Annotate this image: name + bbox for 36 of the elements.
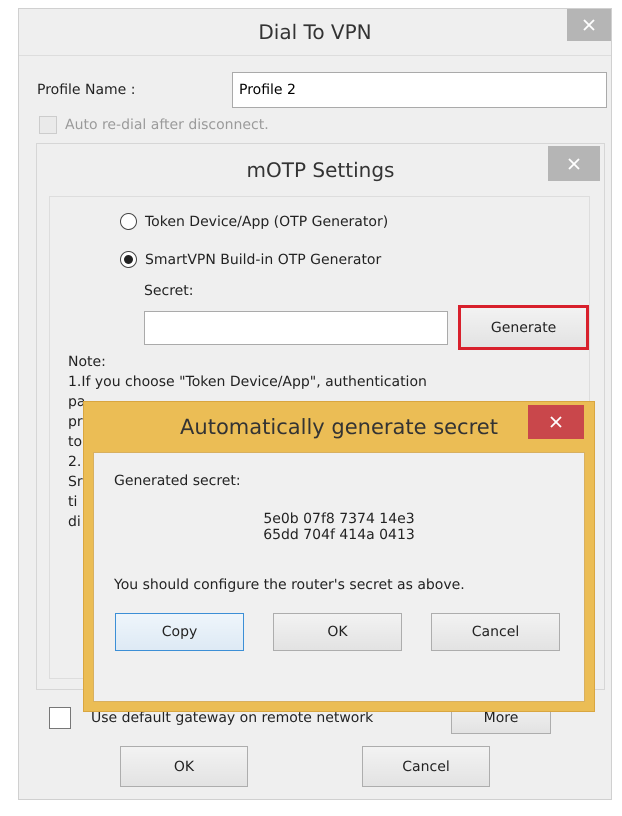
secret-field[interactable] — [144, 310, 448, 344]
note-text: Sr — [68, 473, 83, 492]
close-icon — [567, 156, 581, 170]
note-text: pr — [68, 413, 83, 432]
close-icon — [549, 415, 563, 429]
note-heading: Note: — [68, 353, 106, 372]
profile-name-field[interactable]: Profile 2 — [232, 72, 607, 108]
note-text: 1.If you choose "Token Device/App", authentication — [68, 373, 427, 392]
ok-button[interactable]: OK — [273, 613, 402, 651]
note-text: to — [68, 433, 82, 452]
checkbox-label: Use default gateway on remote network — [91, 710, 374, 726]
radio-button[interactable] — [120, 251, 137, 268]
generate-button[interactable]: Generate — [458, 305, 589, 350]
note-text: 2. — [68, 453, 82, 472]
field-label: Secret: — [144, 283, 194, 299]
radio-button[interactable] — [120, 213, 137, 230]
window-title: mOTP Settings — [246, 158, 394, 182]
field-label: Profile Name : — [37, 82, 136, 98]
close-button[interactable] — [528, 405, 584, 439]
note-text: ti — [68, 493, 78, 512]
checkbox-label: Auto re-dial after disconnect. — [65, 117, 269, 133]
message-text: You should configure the router's secret as above. — [114, 577, 466, 593]
cancel-button[interactable]: Cancel — [431, 613, 560, 651]
radio-option[interactable]: Token Device/App (OTP Generator) — [120, 213, 589, 230]
radio-option[interactable]: SmartVPN Build-in OTP Generator — [120, 251, 589, 268]
window-title: Automatically generate secret — [180, 415, 498, 439]
secret-text: 5e0b 07f8 7374 14e3 — [263, 511, 415, 527]
secret-text: 65dd 704f 414a 0413 — [263, 527, 415, 543]
cancel-button[interactable]: Cancel — [362, 746, 490, 787]
secret-heading: Generated secret: — [114, 473, 242, 489]
window-title: Dial To VPN — [258, 20, 372, 44]
close-icon — [582, 18, 596, 32]
checkbox[interactable] — [49, 707, 71, 729]
ok-button[interactable]: OK — [120, 746, 248, 787]
note-text: di — [68, 513, 81, 532]
copy-button[interactable]: Copy — [115, 613, 244, 651]
